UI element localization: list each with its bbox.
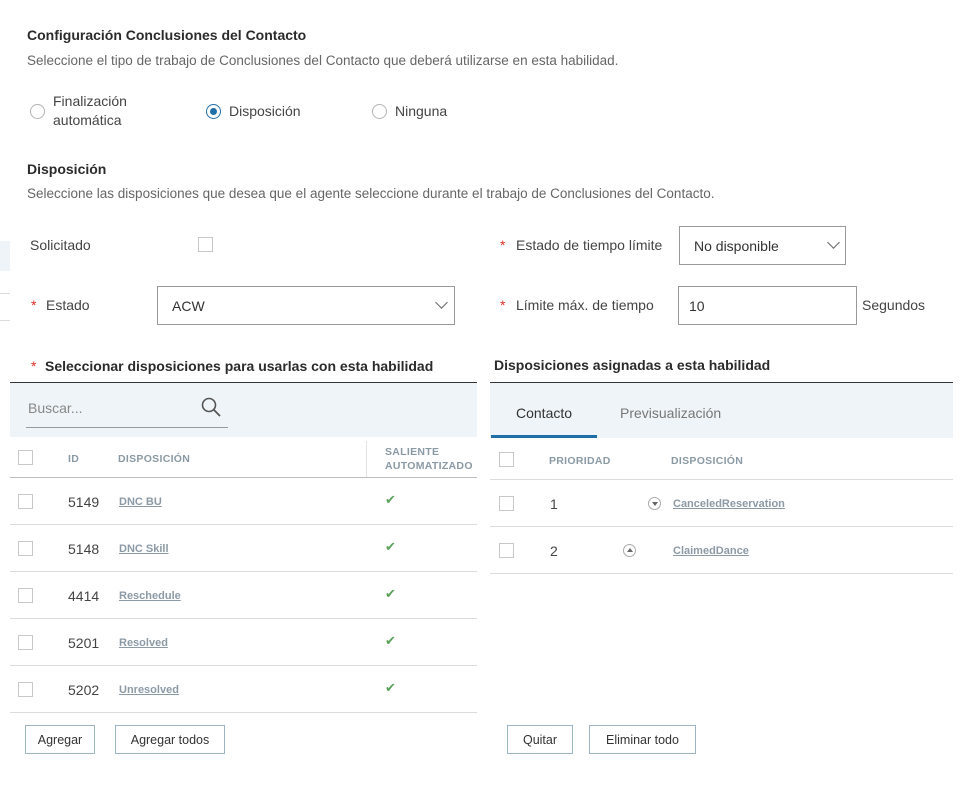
table-row[interactable]: 5148 DNC Skill ✔ xyxy=(10,525,477,572)
radio-none-label[interactable]: Ninguna xyxy=(395,102,447,121)
max-time-value: 10 xyxy=(689,297,705,314)
solicitado-label: Solicitado xyxy=(30,237,91,253)
tab-active-indicator xyxy=(491,435,597,438)
add-button[interactable]: Agregar xyxy=(25,725,95,754)
tab-previsualizacion[interactable]: Previsualización xyxy=(620,405,721,421)
max-time-unit: Segundos xyxy=(862,297,926,313)
search-icon[interactable] xyxy=(200,396,222,418)
estado-value: ACW xyxy=(172,297,205,314)
row-checkbox[interactable] xyxy=(18,682,33,697)
row-disposition-link[interactable]: Reschedule xyxy=(119,590,181,602)
column-header-priority: PRIORIDAD xyxy=(549,455,611,467)
radio-auto-finish[interactable] xyxy=(30,104,45,119)
row-priority: 1 xyxy=(550,496,558,512)
radio-disposition-label[interactable]: Disposición xyxy=(229,102,301,121)
remove-all-button[interactable]: Eliminar todo xyxy=(589,725,696,754)
row-id: 5148 xyxy=(68,541,100,557)
left-edge-marker xyxy=(0,241,10,271)
radio-disposition[interactable] xyxy=(206,104,221,119)
acw-config-title: Configuración Conclusiones del Contacto xyxy=(27,27,307,43)
row-divider xyxy=(490,573,953,574)
disposition-description: Seleccione las disposiciones que desea q… xyxy=(27,186,715,201)
row-disposition-link[interactable]: CanceledReservation xyxy=(673,498,785,510)
timeout-state-value: No disponible xyxy=(694,237,779,254)
assigned-row[interactable]: 1 CanceledReservation xyxy=(490,480,953,526)
disposition-title: Disposición xyxy=(27,161,107,177)
radio-none[interactable] xyxy=(372,104,387,119)
table-row[interactable]: 5202 Unresolved ✔ xyxy=(10,666,477,713)
estado-select[interactable]: ACW xyxy=(157,286,455,325)
radio-auto-finish-label[interactable]: Finalización automática xyxy=(53,92,127,130)
timeout-state-select[interactable]: No disponible xyxy=(679,226,846,265)
column-header-outbound: SALIENTE AUTOMATIZADO xyxy=(385,446,473,472)
row-disposition-link[interactable]: Resolved xyxy=(119,637,168,649)
row-checkbox[interactable] xyxy=(18,494,33,509)
chevron-down-icon xyxy=(435,296,448,309)
row-disposition-link[interactable]: Unresolved xyxy=(119,684,179,696)
row-checkbox[interactable] xyxy=(18,588,33,603)
select-all-assigned-checkbox[interactable] xyxy=(499,452,514,467)
acw-config-description: Seleccione el tipo de trabajo de Conclus… xyxy=(27,53,619,68)
table-row[interactable]: 5201 Resolved ✔ xyxy=(10,619,477,666)
tab-contacto[interactable]: Contacto xyxy=(516,405,572,421)
row-checkbox[interactable] xyxy=(499,496,514,511)
available-title: Seleccionar disposiciones para usarlas c… xyxy=(45,358,434,374)
column-header-disposition: DISPOSICIÓN xyxy=(118,453,191,465)
max-time-input[interactable]: 10 xyxy=(678,286,857,325)
required-mark: * xyxy=(31,297,37,313)
row-checkbox[interactable] xyxy=(18,635,33,650)
search-input-underline xyxy=(26,427,228,428)
timeout-state-label: Estado de tiempo límite xyxy=(516,237,663,253)
row-checkbox[interactable] xyxy=(499,543,514,558)
row-disposition-link[interactable]: DNC BU xyxy=(119,496,162,508)
row-id: 5149 xyxy=(68,494,100,510)
left-edge-divider xyxy=(0,320,10,321)
left-edge-divider xyxy=(0,293,10,294)
check-icon: ✔ xyxy=(385,539,396,554)
required-mark: * xyxy=(500,237,506,253)
assigned-title: Disposiciones asignadas a esta habilidad xyxy=(494,357,771,373)
row-divider xyxy=(10,712,477,713)
row-disposition-link[interactable]: ClaimedDance xyxy=(673,545,749,557)
check-icon: ✔ xyxy=(385,680,396,695)
check-icon: ✔ xyxy=(385,633,396,648)
check-icon: ✔ xyxy=(385,492,396,507)
column-header-disposition: DISPOSICIÓN xyxy=(671,455,744,467)
estado-label: Estado xyxy=(46,297,90,313)
row-priority: 2 xyxy=(550,543,558,559)
row-id: 5201 xyxy=(68,635,100,651)
assigned-row[interactable]: 2 ClaimedDance xyxy=(490,527,953,573)
required-mark: * xyxy=(500,297,506,313)
remove-button[interactable]: Quitar xyxy=(507,725,573,754)
column-header-id: ID xyxy=(68,453,80,465)
table-row[interactable]: 4414 Reschedule ✔ xyxy=(10,572,477,619)
max-time-label: Límite máx. de tiempo xyxy=(516,297,654,313)
search-input[interactable]: Buscar... xyxy=(28,400,82,416)
move-down-icon[interactable] xyxy=(648,497,661,510)
row-checkbox[interactable] xyxy=(18,541,33,556)
chevron-down-icon xyxy=(827,236,840,249)
row-id: 5202 xyxy=(68,682,100,698)
select-all-checkbox[interactable] xyxy=(18,450,33,465)
add-all-button[interactable]: Agregar todos xyxy=(115,725,225,754)
table-row[interactable]: 5149 DNC BU ✔ xyxy=(10,478,477,525)
column-divider xyxy=(366,441,367,477)
row-disposition-link[interactable]: DNC Skill xyxy=(119,543,169,555)
row-id: 4414 xyxy=(68,588,100,604)
solicitado-checkbox[interactable] xyxy=(198,237,213,252)
move-up-icon[interactable] xyxy=(623,544,636,557)
required-mark: * xyxy=(31,358,37,374)
check-icon: ✔ xyxy=(385,586,396,601)
